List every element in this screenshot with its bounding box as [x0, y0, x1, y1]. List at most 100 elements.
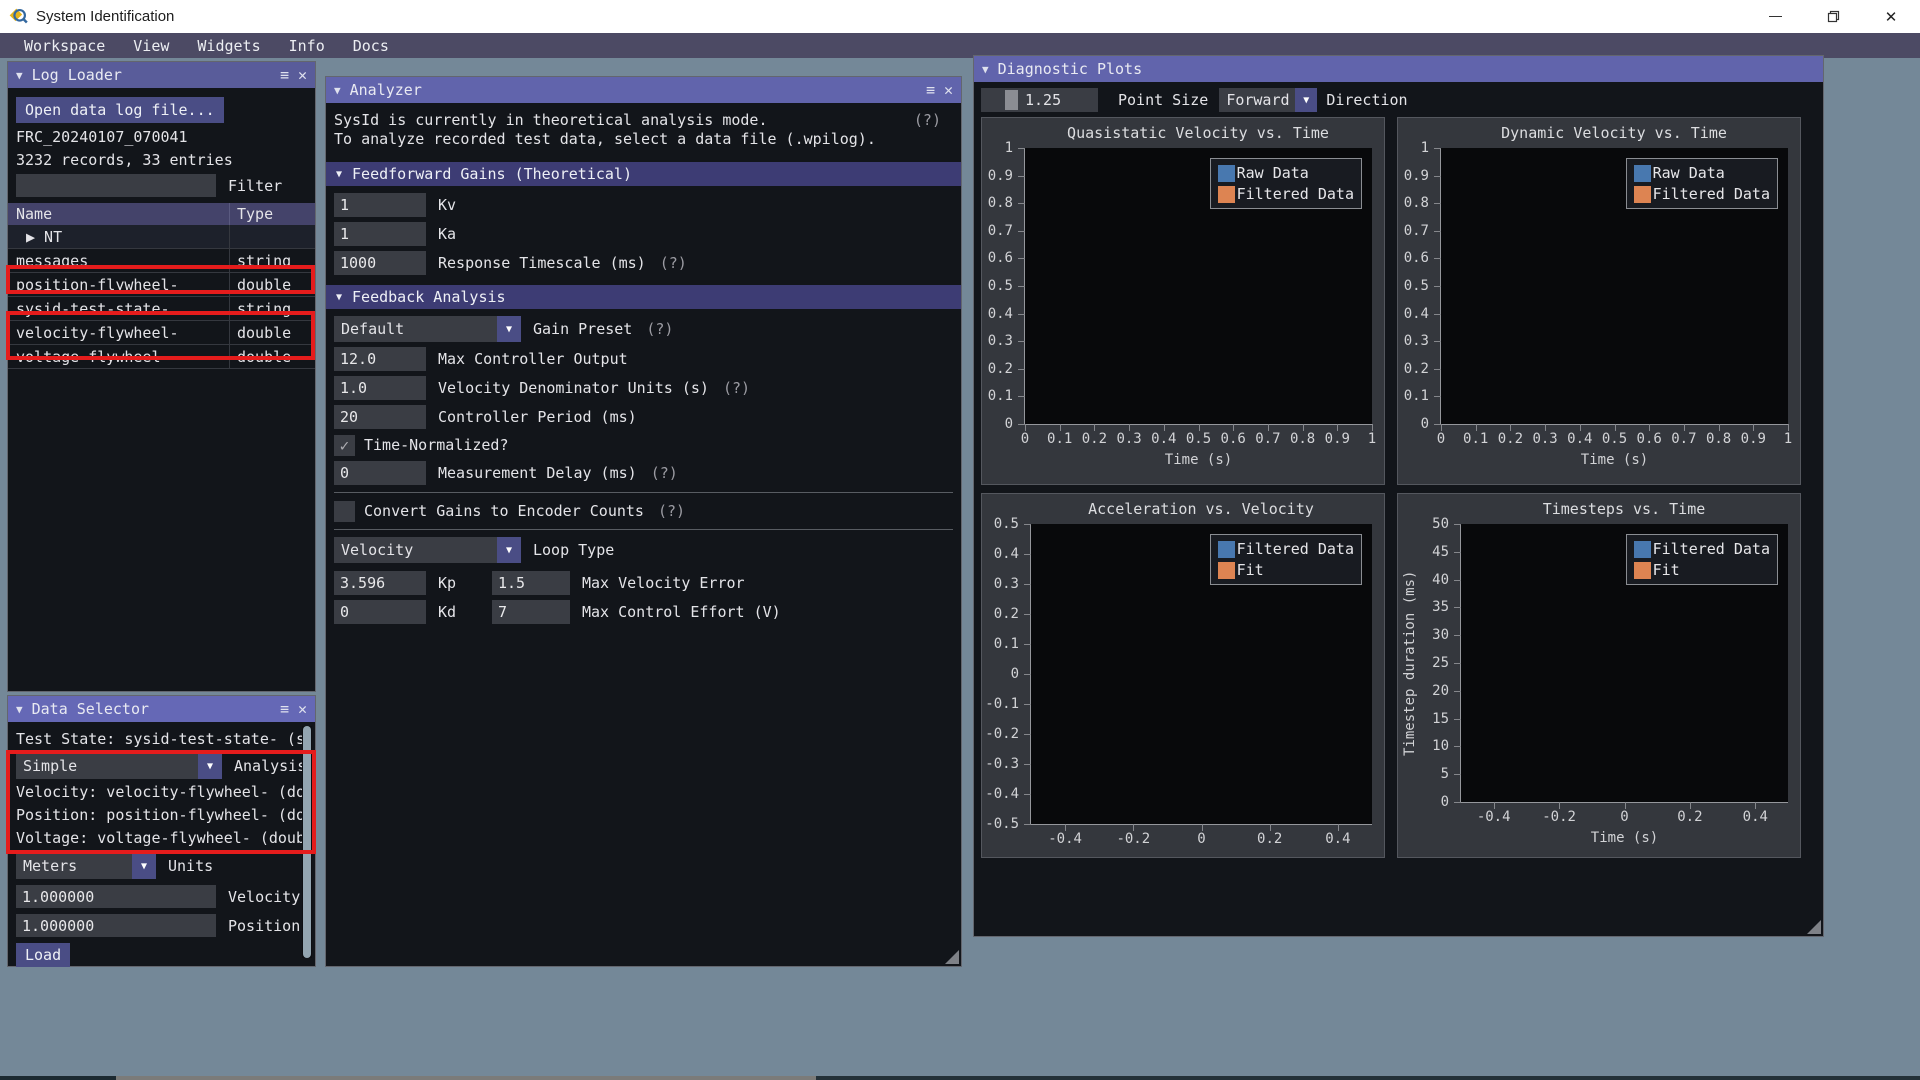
loop-type-label: Loop Type	[533, 541, 615, 559]
collapse-icon[interactable]: ▼	[336, 169, 342, 180]
kv-input[interactable]: 1	[334, 193, 426, 217]
column-type[interactable]: Type	[229, 203, 316, 225]
vel-denom-input[interactable]: 1.0	[334, 376, 426, 400]
timescale-input[interactable]: 1000	[334, 251, 426, 275]
time-normalized-checkbox[interactable]: ✓	[334, 434, 355, 456]
column-name[interactable]: Name	[8, 205, 52, 223]
xtick-label: 0.6	[1220, 431, 1246, 447]
table-row[interactable]: position-flywheel-double	[8, 273, 315, 297]
xtick-label: 0.4	[1325, 831, 1351, 847]
resize-grip[interactable]	[945, 950, 959, 964]
point-size-slider[interactable]: 1.25	[981, 88, 1098, 112]
help-icon[interactable]: (?)	[914, 111, 941, 130]
kp-input[interactable]: 3.596	[334, 571, 426, 595]
help-icon[interactable]: (?)	[646, 320, 673, 338]
plot-area[interactable]: Filtered Data Fit 0 5 10 15 20 25 30 35 40 45 50 -0.…	[1432, 516, 1788, 846]
log-loader-panel: ▼ Log Loader ≡ ✕ Open data log file... F…	[6, 61, 316, 692]
table-row[interactable]: ▶ NT	[8, 225, 315, 249]
max-effort-input[interactable]: 7	[492, 600, 570, 624]
velocity-units-input[interactable]: 1.000000	[16, 885, 216, 908]
chevron-down-icon[interactable]: ▼	[497, 316, 521, 342]
max-output-input[interactable]: 12.0	[334, 347, 426, 371]
resize-grip[interactable]	[1807, 920, 1821, 934]
plot-legend[interactable]: Filtered Data Fit	[1625, 534, 1778, 585]
slider-grab[interactable]	[1005, 90, 1018, 110]
menu-item-workspace[interactable]: Workspace	[12, 37, 117, 55]
menu-icon[interactable]: ≡	[280, 66, 289, 84]
legend-entry[interactable]: Raw Data	[1633, 164, 1770, 182]
collapse-icon[interactable]: ▼	[336, 292, 342, 303]
period-input[interactable]: 20	[334, 405, 426, 429]
close-icon[interactable]: ✕	[298, 700, 307, 718]
loop-type-dropdown[interactable]: Velocity ▼	[334, 537, 521, 563]
help-icon[interactable]: (?)	[651, 464, 678, 482]
kd-input[interactable]: 0	[334, 600, 426, 624]
table-header[interactable]: Name Type	[8, 203, 315, 225]
chevron-down-icon[interactable]: ▼	[198, 753, 222, 779]
minimize-button[interactable]	[1746, 0, 1804, 33]
menu-icon[interactable]: ≡	[280, 700, 289, 718]
table-row[interactable]: velocity-flywheel-double	[8, 321, 315, 345]
legend-entry[interactable]: Raw Data	[1217, 164, 1354, 182]
log-file-name: FRC_20240107_070041	[16, 128, 188, 146]
plot-dynamic-velocity: Dynamic Velocity vs. Time Raw Data Filter…	[1397, 117, 1801, 485]
legend-entry[interactable]: Filtered Data	[1217, 540, 1354, 558]
plot-legend[interactable]: Raw Data Filtered Data	[1625, 158, 1778, 209]
plot-area[interactable]: Raw Data Filtered Data 0 0.1 0.2 0.3 0.4 0.5 0.…	[988, 140, 1377, 468]
load-button[interactable]: Load	[16, 943, 71, 967]
chevron-down-icon[interactable]: ▼	[132, 853, 156, 879]
menu-item-widgets[interactable]: Widgets	[185, 37, 272, 55]
help-icon[interactable]: (?)	[660, 254, 687, 272]
direction-dropdown[interactable]: Forward ▼	[1219, 88, 1318, 112]
close-icon[interactable]: ✕	[944, 81, 953, 99]
help-icon[interactable]: (?)	[723, 379, 750, 397]
close-icon[interactable]: ✕	[298, 66, 307, 84]
table-row[interactable]: messages string	[8, 249, 315, 273]
collapse-icon[interactable]: ▼	[16, 69, 23, 82]
log-loader-header[interactable]: ▼ Log Loader ≡ ✕	[8, 62, 315, 88]
feedforward-section-header[interactable]: ▼ Feedforward Gains (Theoretical)	[326, 162, 961, 186]
collapse-icon[interactable]: ▼	[334, 84, 341, 97]
ytick-label: 0.3	[993, 576, 1019, 592]
scrollbar[interactable]	[302, 726, 312, 958]
table-row[interactable]: sysid-test-state-string	[8, 297, 315, 321]
position-units-input[interactable]: 1.000000	[16, 914, 216, 937]
collapse-icon[interactable]: ▼	[16, 703, 23, 716]
table-row[interactable]: voltage-flywheel-double	[8, 345, 315, 369]
delay-input[interactable]: 0	[334, 461, 426, 485]
help-icon[interactable]: (?)	[658, 502, 685, 520]
plot-legend[interactable]: Raw Data Filtered Data	[1209, 158, 1362, 209]
diagnostic-plots-header[interactable]: ▼ Diagnostic Plots	[974, 56, 1823, 82]
plot-title: Timesteps vs. Time	[1542, 500, 1706, 518]
close-button[interactable]: ✕	[1862, 0, 1920, 33]
convert-gains-checkbox[interactable]	[334, 500, 355, 522]
plot-area[interactable]: Raw Data Filtered Data 0 0.1 0.2 0.3 0.4 0.5 0.…	[1404, 140, 1793, 468]
legend-entry[interactable]: Filtered Data	[1217, 185, 1354, 203]
ka-input[interactable]: 1	[334, 222, 426, 246]
menu-item-docs[interactable]: Docs	[341, 37, 401, 55]
xtick-mark	[1649, 424, 1651, 431]
legend-entry[interactable]: Fit	[1217, 561, 1354, 579]
menu-icon[interactable]: ≡	[926, 81, 935, 99]
plot-area[interactable]: Filtered Data Fit -0.5 -0.4 -0.3 -0.2 -0.1 0 0.…	[985, 516, 1372, 847]
legend-entry[interactable]: Fit	[1633, 561, 1770, 579]
analysis-dropdown[interactable]: Simple ▼	[16, 753, 222, 779]
scrollbar-thumb[interactable]	[303, 726, 311, 958]
menu-item-info[interactable]: Info	[277, 37, 337, 55]
max-vel-err-input[interactable]: 1.5	[492, 571, 570, 595]
collapse-icon[interactable]: ▼	[982, 63, 989, 76]
gain-preset-dropdown[interactable]: Default ▼	[334, 316, 521, 342]
feedback-section-header[interactable]: ▼ Feedback Analysis	[326, 285, 961, 309]
plot-legend[interactable]: Filtered Data Fit	[1209, 534, 1362, 585]
chevron-down-icon[interactable]: ▼	[497, 537, 521, 563]
legend-entry[interactable]: Filtered Data	[1633, 185, 1770, 203]
restore-button[interactable]	[1804, 0, 1862, 33]
data-selector-header[interactable]: ▼ Data Selector ≡ ✕	[8, 696, 315, 722]
menu-item-view[interactable]: View	[121, 37, 181, 55]
open-log-button[interactable]: Open data log file...	[16, 97, 224, 123]
chevron-down-icon[interactable]: ▼	[1295, 88, 1318, 112]
legend-entry[interactable]: Filtered Data	[1633, 540, 1770, 558]
units-dropdown[interactable]: Meters ▼	[16, 853, 156, 879]
filter-input[interactable]	[16, 174, 216, 197]
analyzer-header[interactable]: ▼ Analyzer ≡ ✕	[326, 77, 961, 103]
